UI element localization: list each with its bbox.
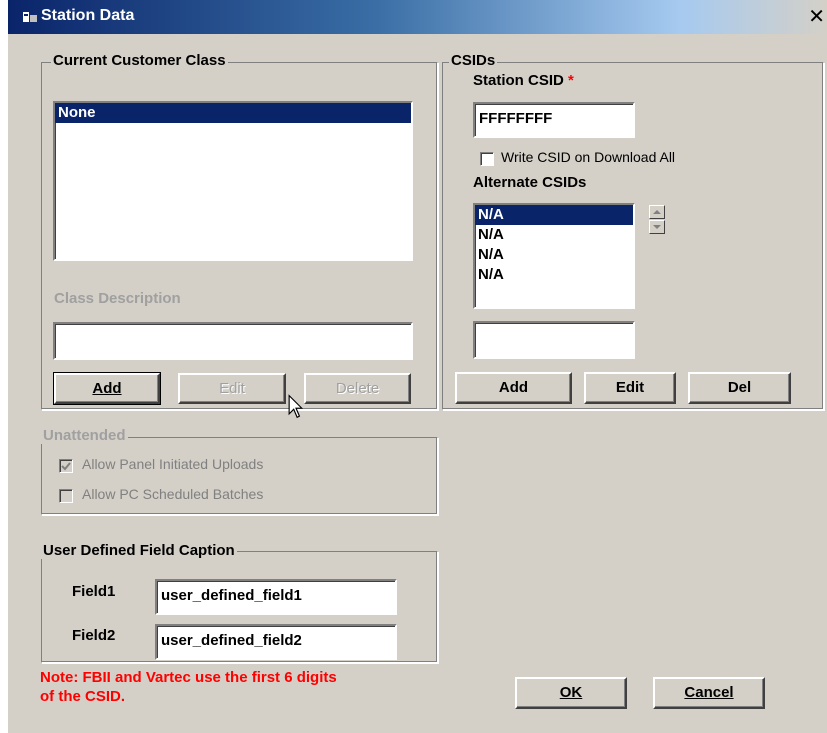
class-add-label: Add (92, 380, 122, 397)
csid-edit-button[interactable]: Edit (584, 372, 676, 404)
cancel-button[interactable]: Cancel (653, 677, 765, 709)
write-csid-label-text: Write CSID on Download All (501, 149, 676, 165)
arrow-up-icon (653, 210, 661, 214)
list-item[interactable]: N/A (475, 205, 633, 225)
required-marker: * (568, 72, 574, 89)
close-icon[interactable]: ✕ (808, 6, 825, 26)
class-edit-button[interactable]: Edit (178, 373, 286, 404)
alternate-csids-label: Alternate CSIDs (473, 174, 587, 191)
field1-input[interactable]: user_defined_field1 (155, 579, 397, 615)
csids-legend: CSIDs (449, 52, 498, 69)
allow-pc-label: Allow PC Scheduled Batches (82, 486, 264, 502)
unattended-legend: Unattended (41, 427, 128, 444)
station-csid-input[interactable]: FFFFFFFF (473, 102, 635, 138)
customer-class-legend: Current Customer Class (51, 52, 228, 69)
csid-note: Note: FBII and Vartec use the first 6 di… (40, 668, 337, 706)
list-item[interactable]: N/A (475, 265, 633, 285)
mouse-cursor-icon (288, 394, 304, 419)
arrow-down-icon (653, 225, 661, 229)
write-csid-checkbox[interactable] (480, 152, 494, 166)
list-item[interactable]: N/A (475, 245, 633, 265)
note-line-1: Note: FBII and Vartec use the first 6 di… (40, 669, 337, 686)
user-defined-legend: User Defined Field Caption (41, 542, 237, 559)
class-delete-label: Delete (335, 380, 380, 397)
station-csid-label-text: Station CSID (473, 72, 564, 89)
class-edit-label: Edit (219, 380, 245, 397)
class-delete-button[interactable]: Delete (304, 373, 411, 404)
field1-value: user_defined_field1 (161, 587, 302, 604)
list-item[interactable]: N/A (475, 225, 633, 245)
field1-label: Field1 (72, 583, 116, 600)
title-bar[interactable]: Station Data (8, 0, 827, 34)
class-description-input[interactable] (53, 322, 413, 360)
allow-pc-checkbox[interactable] (59, 489, 73, 503)
customer-class-list[interactable]: None (53, 101, 413, 261)
csid-add-button[interactable]: Add (455, 372, 572, 404)
ok-button[interactable]: OK (515, 677, 627, 709)
write-csid-label: Write CSID on Download All (501, 149, 675, 165)
checkmark-icon (61, 462, 71, 471)
allow-panel-label: Allow Panel Initiated Uploads (82, 456, 264, 472)
move-down-button[interactable] (649, 220, 665, 234)
station-csid-value: FFFFFFFF (479, 110, 553, 127)
field2-label: Field2 (72, 627, 116, 644)
csid-edit-label: Edit (615, 379, 645, 396)
move-up-button[interactable] (649, 205, 665, 219)
class-add-button[interactable]: Add (53, 372, 161, 405)
alternate-csids-list[interactable]: N/A N/A N/A N/A (473, 203, 635, 309)
field2-value: user_defined_field2 (161, 632, 302, 649)
window-title: Station Data (41, 7, 135, 24)
unattended-group (41, 437, 438, 515)
csid-del-label: Del (727, 379, 752, 396)
allow-panel-checkbox[interactable] (59, 459, 73, 473)
list-item[interactable]: None (55, 103, 411, 123)
csid-del-button[interactable]: Del (688, 372, 791, 404)
station-data-dialog: Station Data ✕ Current Customer Class No… (8, 0, 827, 733)
cancel-label: Cancel (684, 684, 734, 701)
alternate-csid-input[interactable] (473, 321, 635, 359)
app-icon (23, 12, 37, 22)
csid-add-label: Add (498, 379, 529, 396)
ok-label: OK (559, 684, 583, 701)
station-csid-label: Station CSID * (473, 72, 574, 89)
class-description-label: Class Description (54, 290, 181, 307)
note-line-2: of the CSID. (40, 688, 125, 705)
field2-input[interactable]: user_defined_field2 (155, 624, 397, 660)
